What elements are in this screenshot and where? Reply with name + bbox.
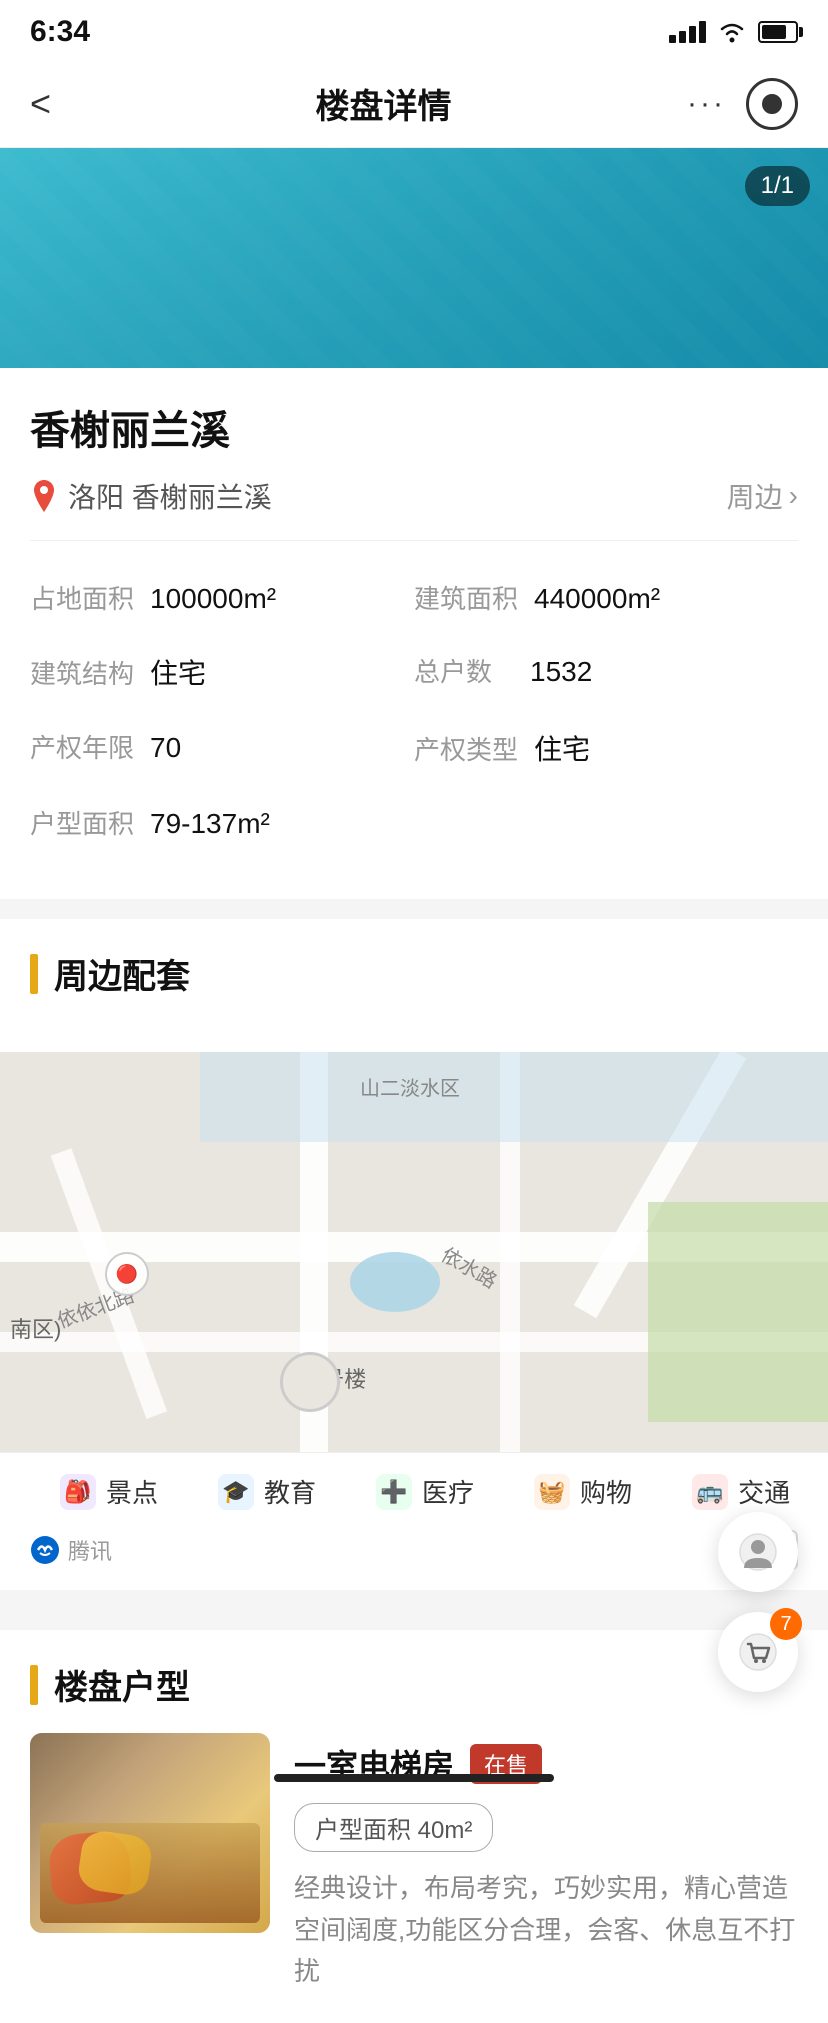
unit-card: 一室电梯房 在售 户型面积 40m² 经典设计，布局考究，巧妙实用，精心营造空间… bbox=[30, 1733, 798, 1993]
poi-tab-education[interactable]: 🎓 教育 bbox=[188, 1473, 346, 1510]
map-pin: 🔴 bbox=[105, 1252, 149, 1296]
poi-tab-shopping[interactable]: 🧺 购物 bbox=[504, 1473, 662, 1510]
spec-units: 总户数 1532 bbox=[414, 634, 798, 710]
section-bar-icon bbox=[30, 954, 38, 994]
map-container[interactable]: 7号楼 南区) 山二淡水区 依依北路 依水路 🔴 bbox=[0, 1052, 828, 1452]
section-divider-1 bbox=[0, 899, 828, 919]
tencent-icon bbox=[30, 1535, 60, 1565]
status-icons bbox=[669, 21, 798, 43]
unit-info: 一室电梯房 在售 户型面积 40m² 经典设计，布局考究，巧妙实用，精心营造空间… bbox=[294, 1733, 798, 1993]
map-label-south: 南区) bbox=[10, 1312, 61, 1344]
float-service-button[interactable] bbox=[718, 1512, 798, 1592]
education-icon: 🎓 bbox=[218, 1474, 254, 1510]
status-bar: 6:34 bbox=[0, 0, 828, 60]
more-button[interactable]: ··· bbox=[687, 87, 726, 121]
back-button[interactable]: < bbox=[30, 83, 80, 125]
image-counter: 1/1 bbox=[745, 166, 810, 206]
unit-image bbox=[30, 1733, 270, 1933]
nav-actions: ··· bbox=[687, 78, 798, 130]
surroundings-section: 周边配套 bbox=[0, 919, 828, 1052]
property-info: 香榭丽兰溪 洛阳 香榭丽兰溪 周边 › 占地面积 100000m² 建筑面积 4… bbox=[0, 368, 828, 899]
unit-types-title: 楼盘户型 bbox=[54, 1660, 190, 1709]
poi-tab-scenery[interactable]: 🎒 景点 bbox=[30, 1473, 188, 1510]
page-title: 楼盘详情 bbox=[316, 79, 452, 128]
poi-tabs: 🎒 景点 🎓 教育 ➕ 医疗 🧺 购物 🚌 交通 bbox=[0, 1452, 828, 1530]
signal-icon bbox=[669, 21, 706, 43]
spec-structure: 建筑结构 住宅 bbox=[30, 634, 414, 710]
float-cart-button[interactable]: 7 bbox=[718, 1612, 798, 1692]
spec-tenure-type: 产权类型 住宅 bbox=[414, 710, 798, 786]
spec-tenure: 产权年限 70 bbox=[30, 710, 414, 786]
status-time: 6:34 bbox=[30, 15, 90, 49]
battery-icon bbox=[758, 21, 798, 43]
unit-types-section: 楼盘户型 一室电梯房 在售 户型面积 40m² 经典设计，布局考究，巧妙实用，精… bbox=[0, 1630, 828, 2023]
surroundings-title: 周边配套 bbox=[54, 949, 190, 998]
spec-land-area: 占地面积 100000m² bbox=[30, 561, 414, 634]
map-label-top: 山二淡水区 bbox=[360, 1072, 460, 1101]
tencent-logo: 腾讯 bbox=[30, 1534, 112, 1566]
cart-icon bbox=[738, 1632, 778, 1672]
scan-button[interactable] bbox=[746, 78, 798, 130]
location-pin-icon bbox=[30, 478, 58, 514]
map-background: 7号楼 南区) 山二淡水区 依依北路 依水路 🔴 bbox=[0, 1052, 828, 1452]
section-divider-2 bbox=[0, 1590, 828, 1610]
poi-tab-transit[interactable]: 🚌 交通 bbox=[662, 1473, 820, 1510]
spec-floor-area: 户型面积 79-137m² bbox=[30, 786, 414, 859]
cart-badge: 7 bbox=[770, 1608, 802, 1640]
spec-build-area: 建筑面积 440000m² bbox=[414, 561, 798, 634]
home-indicator bbox=[274, 1774, 554, 1782]
unit-types-header: 楼盘户型 bbox=[30, 1660, 798, 1709]
address-left: 洛阳 香榭丽兰溪 bbox=[30, 476, 272, 516]
property-address-row: 洛阳 香榭丽兰溪 周边 › bbox=[30, 476, 798, 541]
transit-icon: 🚌 bbox=[692, 1474, 728, 1510]
service-icon bbox=[738, 1532, 778, 1572]
address-text: 洛阳 香榭丽兰溪 bbox=[68, 476, 272, 516]
specs-table: 占地面积 100000m² 建筑面积 440000m² 建筑结构 住宅 总户数 … bbox=[30, 541, 798, 879]
nav-bar: < 楼盘详情 ··· bbox=[0, 60, 828, 148]
map-footer: 腾讯 ⬆ bbox=[0, 1530, 828, 1590]
scenery-icon: 🎒 bbox=[60, 1474, 96, 1510]
map-roundabout bbox=[280, 1352, 340, 1412]
scan-icon bbox=[762, 94, 782, 114]
surroundings-header: 周边配套 bbox=[30, 949, 798, 998]
unit-section-bar-icon bbox=[30, 1665, 38, 1705]
shopping-icon: 🧺 bbox=[534, 1474, 570, 1510]
poi-tab-medical[interactable]: ➕ 医疗 bbox=[346, 1473, 504, 1510]
nearby-link[interactable]: 周边 › bbox=[727, 476, 798, 516]
unit-description: 经典设计，布局考究，巧妙实用，精心营造空间阔度,功能区分合理，会客、休息互不打扰 bbox=[294, 1868, 798, 1993]
wifi-icon bbox=[718, 21, 746, 43]
medical-icon: ➕ bbox=[376, 1474, 412, 1510]
property-name: 香榭丽兰溪 bbox=[30, 398, 798, 456]
unit-area-badge: 户型面积 40m² bbox=[294, 1803, 493, 1852]
hero-image: 1/1 bbox=[0, 148, 828, 368]
